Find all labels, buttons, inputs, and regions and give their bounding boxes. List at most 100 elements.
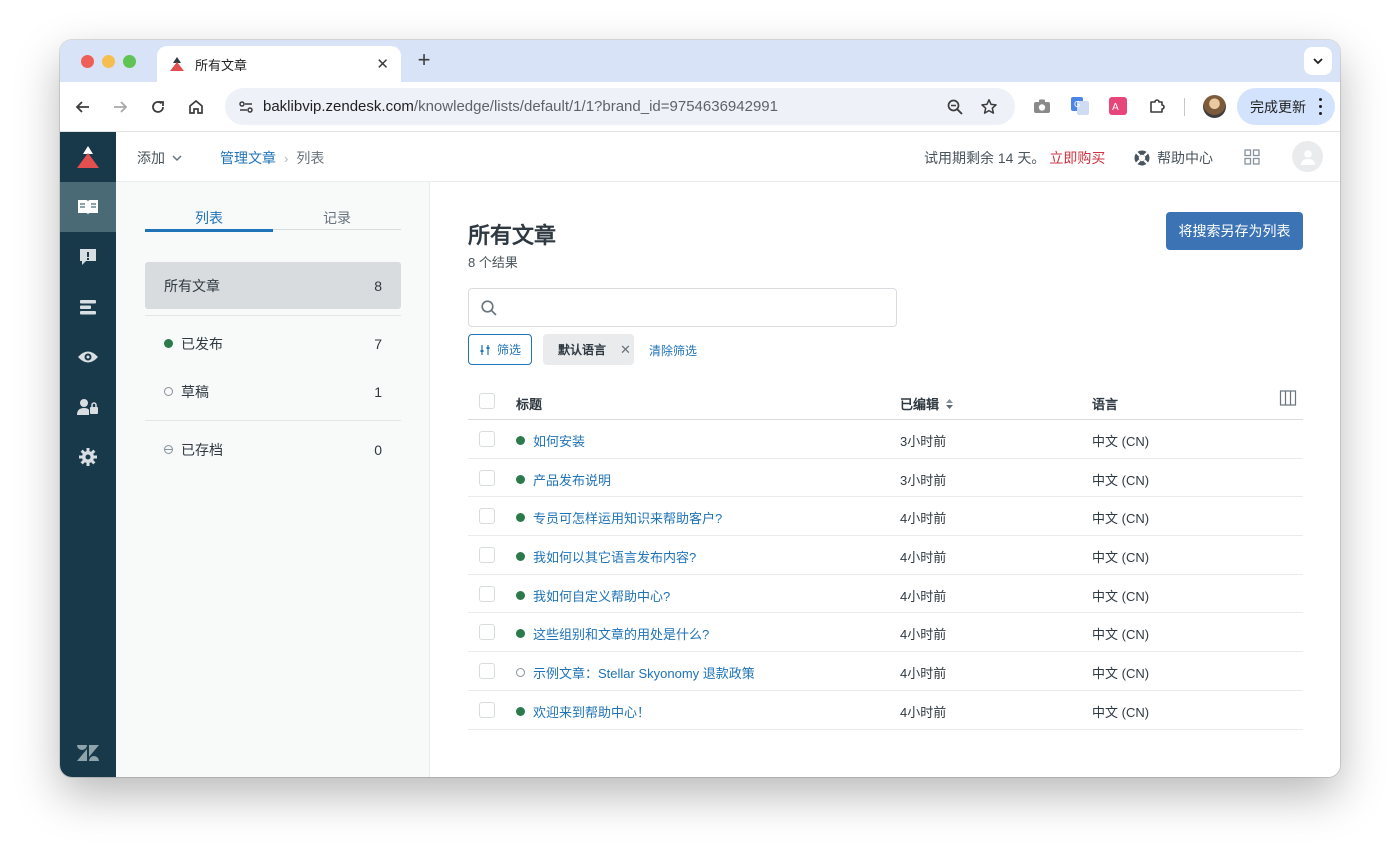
user-icon bbox=[1300, 149, 1315, 165]
article-title-link[interactable]: 如何安装 bbox=[533, 431, 585, 450]
page-title: 所有文章 bbox=[468, 223, 557, 248]
published-status-icon bbox=[164, 339, 173, 348]
home-button[interactable] bbox=[184, 95, 208, 119]
row-checkbox[interactable] bbox=[479, 469, 495, 486]
url-path: /knowledge/lists/default/1/1?brand_id=97… bbox=[413, 98, 778, 115]
row-title-cell: 我如何自定义帮助中心? bbox=[516, 586, 670, 605]
article-title-link[interactable]: 产品发布说明 bbox=[533, 470, 611, 489]
help-center-link[interactable]: 帮助中心 bbox=[1133, 148, 1213, 168]
column-edited[interactable]: 已编辑 bbox=[900, 394, 954, 413]
row-title-cell: 这些组别和文章的用处是什么? bbox=[516, 624, 709, 643]
tab-search-button[interactable] bbox=[1304, 47, 1332, 75]
tab-close-icon[interactable]: ✕ bbox=[376, 55, 389, 73]
zendesk-app: 添加 管理文章 › 列表 试用期剩余 14 天。 立即购买 帮助中心 列表 记录… bbox=[60, 132, 1340, 777]
browser-update-button[interactable]: 完成更新 bbox=[1237, 88, 1335, 125]
article-title-link[interactable]: 欢迎来到帮助中心！ bbox=[533, 702, 650, 721]
more-vertical-icon bbox=[1319, 98, 1323, 115]
sidepanel-tabs: 列表 记录 bbox=[145, 208, 401, 232]
table-row[interactable]: 示例文章：Stellar Skyonomy 退款政策 4小时前 中文 (CN) bbox=[468, 652, 1303, 691]
back-button[interactable] bbox=[71, 95, 95, 119]
site-info-icon[interactable] bbox=[235, 96, 257, 118]
table-row[interactable]: 产品发布说明 3小时前 中文 (CN) bbox=[468, 459, 1303, 498]
article-title-link[interactable]: 我如何以其它语言发布内容? bbox=[533, 547, 696, 566]
row-title-cell: 产品发布说明 bbox=[516, 470, 611, 489]
stack-icon bbox=[80, 300, 96, 315]
list-label: 已存档 bbox=[181, 441, 223, 458]
row-checkbox[interactable] bbox=[479, 663, 495, 680]
tab-lists[interactable]: 列表 bbox=[145, 208, 273, 232]
remove-chip-icon[interactable]: ✕ bbox=[620, 342, 631, 358]
table-row[interactable]: 我如何以其它语言发布内容? 4小时前 中文 (CN) bbox=[468, 536, 1303, 575]
list-drafts[interactable]: 草稿 1 bbox=[145, 368, 401, 415]
table-row[interactable]: 欢迎来到帮助中心！ 4小时前 中文 (CN) bbox=[468, 691, 1303, 730]
save-search-as-list-button[interactable]: 将搜索另存为列表 bbox=[1166, 212, 1303, 250]
tab-title: 所有文章 bbox=[195, 57, 248, 73]
list-label: 所有文章 bbox=[164, 277, 220, 294]
zoom-icon[interactable] bbox=[945, 97, 965, 117]
new-tab-button[interactable]: + bbox=[412, 49, 436, 73]
list-published[interactable]: 已发布 7 bbox=[145, 320, 401, 367]
list-archived[interactable]: 已存档 0 bbox=[145, 426, 401, 473]
nav-customize[interactable] bbox=[60, 332, 116, 382]
row-checkbox[interactable] bbox=[479, 701, 495, 718]
camera-extension-icon[interactable] bbox=[1031, 95, 1053, 117]
article-title-link[interactable]: 专员可怎样运用知识来帮助客户? bbox=[533, 508, 722, 527]
address-bar[interactable]: baklibvip.zendesk.com/knowledge/lists/de… bbox=[225, 88, 1015, 125]
row-edited-cell: 4小时前 bbox=[900, 666, 947, 682]
user-avatar[interactable] bbox=[1292, 141, 1323, 172]
zendesk-products-logo[interactable] bbox=[60, 741, 116, 765]
column-title[interactable]: 标题 bbox=[516, 394, 542, 413]
buy-now-link[interactable]: 立即购买 bbox=[1049, 150, 1105, 166]
browser-tab[interactable]: 所有文章 ✕ bbox=[157, 46, 401, 82]
select-all-checkbox[interactable] bbox=[479, 393, 495, 409]
search-input[interactable] bbox=[505, 297, 885, 319]
table-row[interactable]: 这些组别和文章的用处是什么? 4小时前 中文 (CN) bbox=[468, 613, 1303, 653]
search-field[interactable] bbox=[468, 288, 897, 327]
article-title-link[interactable]: 示例文章：Stellar Skyonomy 退款政策 bbox=[533, 663, 755, 682]
nav-user-permissions[interactable] bbox=[60, 382, 116, 432]
breadcrumb-manage-articles[interactable]: 管理文章 bbox=[220, 148, 276, 168]
article-title-link[interactable]: 我如何自定义帮助中心? bbox=[533, 586, 670, 605]
row-checkbox[interactable] bbox=[479, 547, 495, 564]
bookmark-star-icon[interactable] bbox=[979, 97, 999, 117]
help-center-label: 帮助中心 bbox=[1157, 150, 1213, 166]
translate-extension-icon[interactable]: G bbox=[1069, 95, 1091, 117]
row-checkbox[interactable] bbox=[479, 431, 495, 447]
maximize-window-button[interactable] bbox=[123, 55, 136, 68]
forward-button[interactable] bbox=[108, 95, 132, 119]
trial-notice: 试用期剩余 14 天。 立即购买 bbox=[924, 148, 1105, 168]
result-count: 8 个结果 bbox=[468, 255, 518, 270]
tab-history[interactable]: 记录 bbox=[273, 208, 401, 230]
list-all-articles[interactable]: 所有文章 8 bbox=[145, 262, 401, 309]
table-row[interactable]: 如何安装 3小时前 中文 (CN) bbox=[468, 420, 1303, 459]
table-row[interactable]: 我如何自定义帮助中心? 4小时前 中文 (CN) bbox=[468, 575, 1303, 614]
zendesk-logo[interactable] bbox=[60, 132, 116, 182]
table-row[interactable]: 专员可怎样运用知识来帮助客户? 4小时前 中文 (CN) bbox=[468, 497, 1303, 537]
apps-grid-icon[interactable] bbox=[1243, 148, 1261, 166]
book-open-icon bbox=[78, 200, 98, 215]
row-title-cell: 示例文章：Stellar Skyonomy 退款政策 bbox=[516, 663, 755, 682]
column-language[interactable]: 语言 bbox=[1092, 394, 1118, 413]
zendesk-z-icon bbox=[77, 745, 99, 761]
row-checkbox[interactable] bbox=[479, 585, 495, 602]
article-title-link[interactable]: 这些组别和文章的用处是什么? bbox=[533, 624, 709, 643]
add-dropdown[interactable]: 添加 bbox=[137, 148, 183, 168]
nav-articles[interactable] bbox=[60, 182, 116, 232]
row-edited-cell: 3小时前 bbox=[900, 472, 947, 488]
minimize-window-button[interactable] bbox=[102, 55, 115, 68]
row-checkbox[interactable] bbox=[479, 508, 495, 525]
nav-alerts[interactable] bbox=[60, 232, 116, 282]
filter-button[interactable]: 筛选 bbox=[468, 334, 532, 365]
browser-profile-avatar[interactable] bbox=[1203, 95, 1226, 118]
extensions-puzzle-icon[interactable] bbox=[1146, 95, 1168, 117]
translator-extension-icon[interactable]: A bbox=[1107, 95, 1129, 117]
clear-filters-link[interactable]: 清除筛选 bbox=[649, 342, 697, 359]
columns-icon[interactable] bbox=[1279, 389, 1297, 407]
nav-settings[interactable] bbox=[60, 432, 116, 482]
row-checkbox[interactable] bbox=[479, 624, 495, 641]
reload-button[interactable] bbox=[146, 95, 170, 119]
nav-arrange[interactable] bbox=[60, 282, 116, 332]
sort-icon bbox=[946, 398, 954, 409]
list-divider bbox=[145, 420, 401, 421]
close-window-button[interactable] bbox=[81, 55, 94, 68]
